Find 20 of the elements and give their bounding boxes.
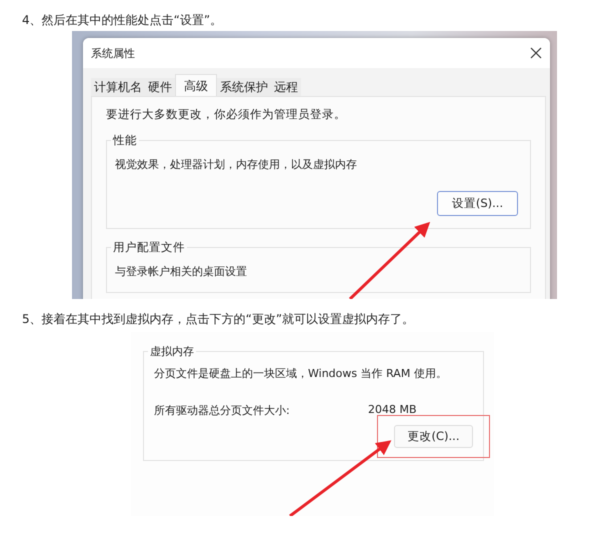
step-text: 4、然后在其中的性能处点击“设置”。 — [22, 12, 222, 28]
settings-button[interactable]: 设置(S)... — [437, 191, 518, 216]
tab[interactable]: 计算机名 — [91, 78, 145, 96]
change-button[interactable]: 更改(C)... — [394, 425, 473, 448]
tab[interactable]: 高级 — [175, 74, 217, 96]
group-description: 分页文件是硬盘上的一块区域，Windows 当作 RAM 使用。 — [154, 366, 448, 381]
size-label: 所有驱动器总分页文件大小: — [154, 403, 291, 418]
tab[interactable]: 远程 — [271, 78, 301, 96]
size-value: 2048 MB — [368, 403, 417, 418]
group-label: 虚拟内存 — [148, 344, 196, 359]
notice-text: 要进行大多数更改，你必须作为管理员登录。 — [106, 107, 347, 122]
tab[interactable]: 硬件 — [145, 78, 175, 96]
group-description: 视觉效果，处理器计划，内存使用，以及虚拟内存 — [115, 157, 358, 173]
step-text: 5、接着在其中找到虚拟内存，点击下方的“更改”就可以设置虚拟内存了。 — [22, 311, 414, 327]
window-title: 系统属性 — [91, 46, 135, 60]
close-icon[interactable] — [530, 47, 542, 59]
group-label: 性能 — [111, 133, 139, 148]
group-label: 用户配置文件 — [111, 240, 187, 255]
group-description: 与登录帐户相关的桌面设置 — [115, 264, 248, 280]
tab[interactable]: 系统保护 — [217, 78, 271, 96]
